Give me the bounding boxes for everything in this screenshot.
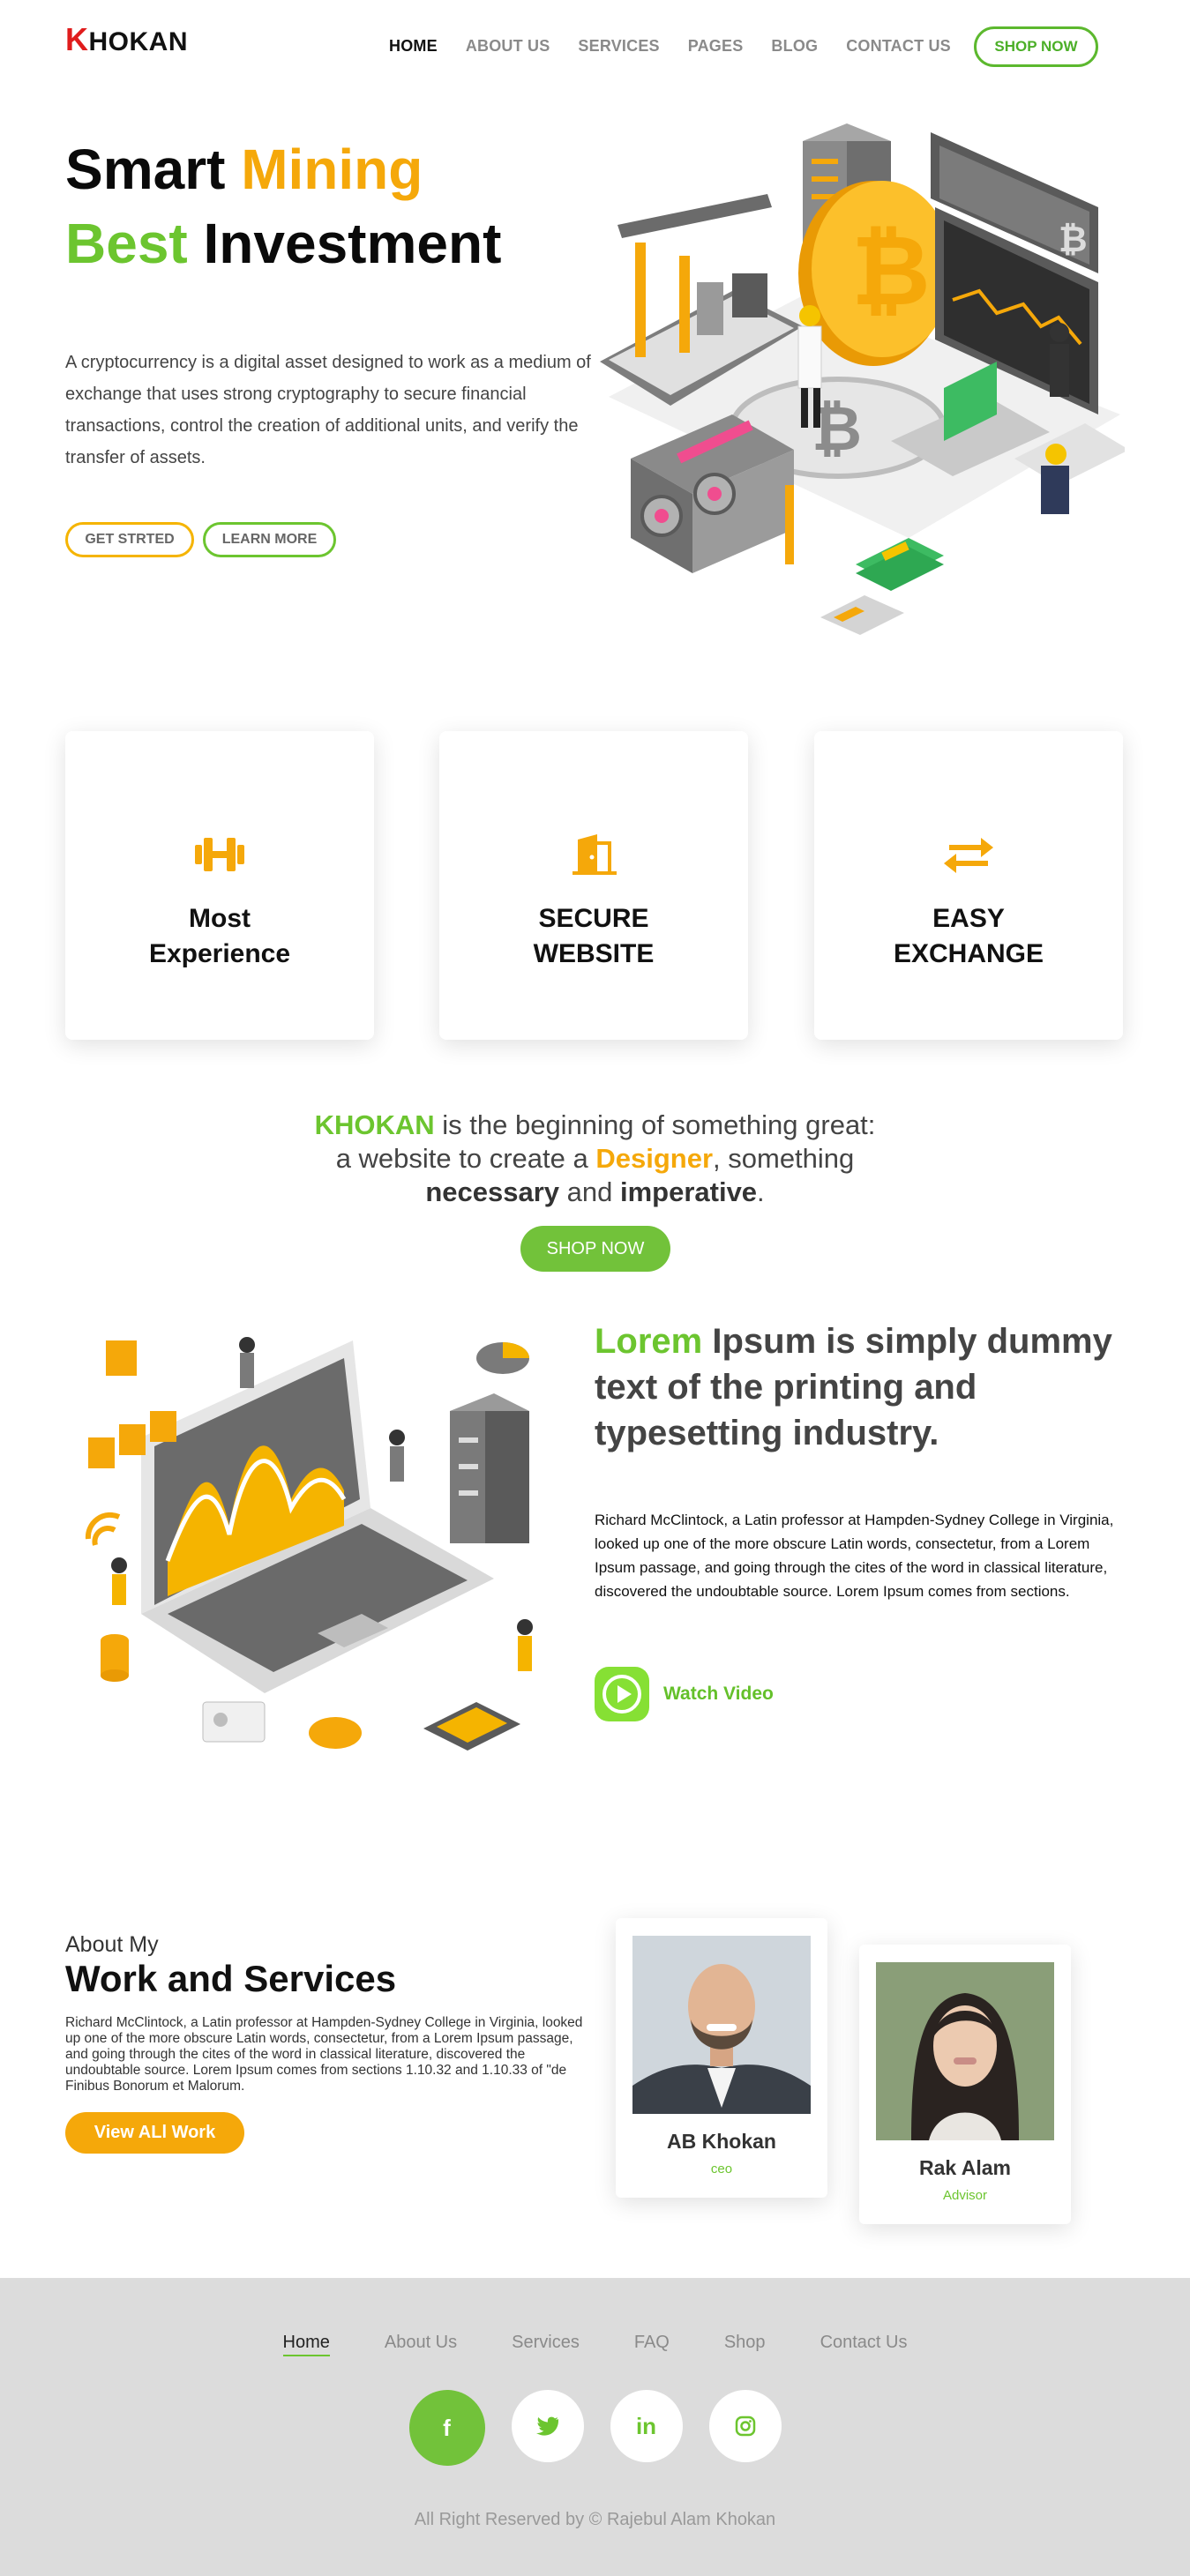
copyright: All Right Reserved by © Rajebul Alam Kho… [414,2510,776,2529]
instagram-icon[interactable] [708,2390,782,2462]
door-icon [573,834,617,875]
tagline-part3: , something [713,1143,855,1174]
play-icon[interactable] [595,1667,649,1721]
top-navbar: KHOKAN HOME ABOUT US SERVICES PAGES BLOG… [0,0,1190,88]
learn-more-button[interactable]: LEARN MORE [203,522,336,557]
footer-links: Home About Us Services FAQ Shop Contact … [0,2333,1190,2356]
hero-title-best: Best [65,212,188,275]
logo-k: K [65,21,89,57]
tagline-and: and [559,1176,620,1207]
work-description: Richard McClintock, a Latin professor at… [65,2015,583,2094]
hero-title: Smart Mining Best Investment [65,132,501,280]
svg-text:₿: ₿ [851,217,931,325]
twitter-icon[interactable] [511,2390,584,2462]
footer-link-about[interactable]: About Us [385,2333,457,2356]
social-links: f in [0,2390,1190,2466]
nav-link-pages[interactable]: PAGES [688,37,744,56]
hero-description: A cryptocurrency is a digital asset desi… [65,353,591,467]
team-member-role: Advisor [942,2188,988,2203]
nav-link-about[interactable]: ABOUT US [466,37,550,56]
feature-card-exchange: EASY EXCHANGE [814,731,1123,1040]
nav-link-services[interactable]: SERVICES [578,37,659,56]
feature-card-title: Most Experience [148,904,291,968]
about-heading: Lorem Ipsum is simply dummy text of the … [595,1318,1141,1456]
tagline-part2: a website to create a [335,1143,596,1174]
nav-link-home[interactable]: HOME [389,37,438,56]
dumbbell-icon [195,838,244,871]
footer-link-home[interactable]: Home [282,2333,330,2356]
facebook-icon[interactable]: f [408,2390,485,2466]
shop-now-button-mid[interactable]: SHOP NOW [520,1226,670,1272]
tagline-dot: . [757,1176,765,1207]
about-heading-lorem: Lorem [595,1322,703,1361]
tagline-necessary: necessary [425,1176,560,1207]
footer-link-shop[interactable]: Shop [724,2333,766,2356]
team-member-card: Rak Alam Advisor [859,1945,1071,2224]
nav-links: HOME ABOUT US SERVICES PAGES BLOG CONTAC… [389,37,979,56]
hero-title-smart: Smart [65,138,242,201]
logo[interactable]: KHOKAN [65,21,188,58]
nav-link-blog[interactable]: BLOG [771,37,818,56]
team-member-role: ceo [710,2162,733,2177]
tagline-designer: Designer [595,1143,714,1174]
footer-link-contact[interactable]: Contact Us [820,2333,908,2356]
team-member-name: AB Khokan [667,2130,776,2153]
footer-link-services[interactable]: Services [512,2333,580,2356]
tagline-part1: is the beginning of something great: [434,1109,876,1140]
feature-card-title: SECURE WEBSITE [533,904,655,968]
work-kicker: About My [65,1932,159,1957]
logo-text: HOKAN [88,27,188,56]
tagline: KHOKAN is the beginning of something gre… [0,1109,1190,1209]
watch-video-button[interactable]: Watch Video [595,1667,774,1721]
footer-link-faq[interactable]: FAQ [634,2333,670,2356]
avatar [632,1936,811,2114]
about-description: Richard McClintock, a Latin professor at… [595,1512,1114,1600]
view-all-work-button[interactable]: View ALl Work [65,2112,244,2154]
svg-text:₿: ₿ [1059,220,1088,259]
hero-title-investment: Investment [187,212,502,275]
team-member-card: AB Khokan ceo [616,1918,827,2198]
linkedin-icon[interactable]: in [610,2390,683,2462]
shop-now-button[interactable]: SHOP NOW [974,26,1098,67]
get-started-button[interactable]: GET STRTED [65,522,194,557]
team-member-name: Rak Alam [919,2156,1011,2179]
feature-card-title: EASY EXCHANGE [894,904,1044,968]
nav-link-contact[interactable]: CONTACT US [846,37,951,56]
tagline-brand: KHOKAN [314,1109,435,1140]
feature-card-experience: Most Experience [65,731,374,1040]
feature-card-secure: SECURE WEBSITE [439,731,748,1040]
laptop-data-illustration [85,1337,533,1751]
crypto-mining-illustration: ₿ ₿ ₿ [600,123,1125,635]
exchange-arrows-icon [944,838,993,873]
work-heading: Work and Services [65,1958,397,1999]
footer: Home About Us Services FAQ Shop Contact … [0,2278,1190,2576]
hero-title-mining: Mining [241,138,423,201]
avatar [876,1962,1054,2140]
watch-video-label[interactable]: Watch Video [663,1684,774,1705]
tagline-imperative: imperative [619,1176,758,1207]
